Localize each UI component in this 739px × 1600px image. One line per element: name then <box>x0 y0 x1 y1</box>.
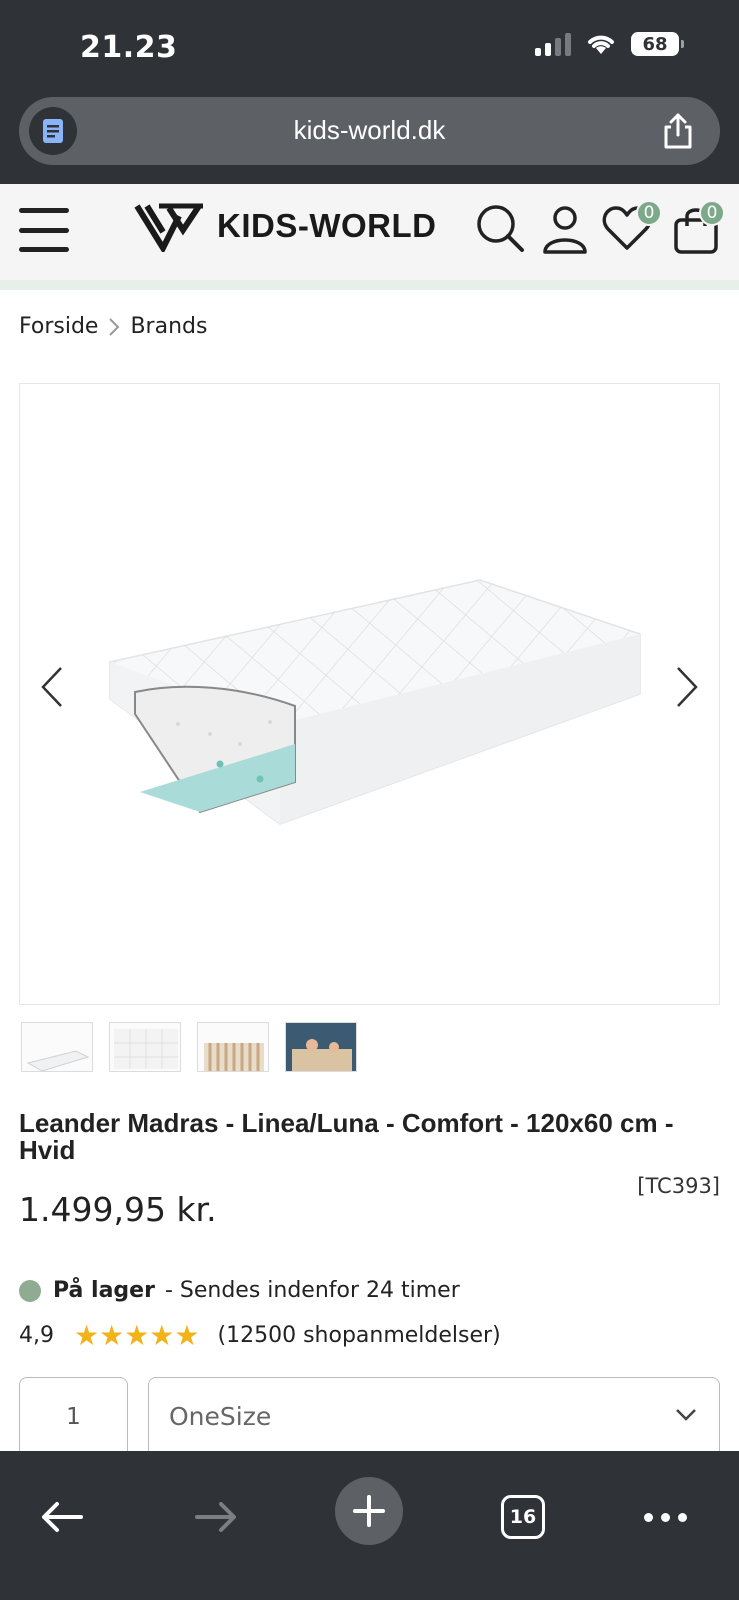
share-icon[interactable] <box>660 111 696 151</box>
breadcrumb-item-brands[interactable]: Brands <box>130 314 207 339</box>
product-sku: [TC393] <box>637 1174 720 1198</box>
logo-mark-icon <box>134 203 203 252</box>
cart-count-badge: 0 <box>699 200 725 226</box>
thumbnail-2[interactable] <box>109 1022 181 1072</box>
cellular-signal-icon <box>535 32 571 56</box>
stock-label: På lager <box>53 1278 155 1303</box>
battery-icon: 68 <box>631 32 684 56</box>
logo-text: KIDS-WORLD <box>217 207 437 244</box>
forward-arrow-icon <box>195 1502 236 1532</box>
user-icon[interactable] <box>538 202 592 256</box>
rating-stars-icon: ★★★★★ <box>74 1319 200 1352</box>
rating-summary[interactable]: 4,9 ★★★★★ (12500 shopanmeldelser) <box>19 1319 501 1352</box>
status-icons: 68 <box>535 32 684 56</box>
status-time: 21.23 <box>80 30 178 65</box>
product-price: 1.499,95 kr. <box>19 1190 217 1229</box>
stock-note: - Sendes indenfor 24 timer <box>164 1278 460 1303</box>
more-dots-icon <box>643 1512 687 1522</box>
stock-status: På lager - Sendes indenfor 24 timer <box>19 1278 460 1303</box>
header-divider <box>0 280 739 290</box>
chevron-right-icon <box>109 317 120 336</box>
product-image-mattress <box>109 579 641 825</box>
breadcrumb: Forside Brands <box>19 314 207 339</box>
carousel-next-icon[interactable] <box>672 664 702 710</box>
size-select-value: OneSize <box>169 1402 272 1431</box>
tabs-button[interactable]: 16 <box>501 1487 545 1547</box>
in-stock-dot-icon <box>19 1279 41 1302</box>
product-image-carousel[interactable] <box>19 383 720 1005</box>
more-menu-button[interactable] <box>642 1487 688 1547</box>
tabs-count: 16 <box>501 1495 545 1539</box>
menu-icon[interactable] <box>19 208 69 252</box>
carousel-prev-icon[interactable] <box>37 664 67 710</box>
browser-toolbar: 16 <box>0 1451 739 1600</box>
breadcrumb-item-home[interactable]: Forside <box>19 314 98 339</box>
site-logo[interactable]: KIDS-WORLD <box>133 200 436 252</box>
plus-icon <box>353 1495 385 1527</box>
thumbnail-3[interactable] <box>197 1022 269 1072</box>
url-bar[interactable]: kids-world.dk <box>19 97 720 165</box>
thumbnail-4[interactable] <box>285 1022 357 1072</box>
browser-chrome: 21.23 68 kids-world.dk <box>0 0 739 184</box>
chevron-down-icon <box>676 1409 696 1421</box>
thumbnail-1[interactable] <box>21 1022 93 1072</box>
product-title: Leander Madras - Linea/Luna - Comfort - … <box>19 1108 674 1165</box>
back-button[interactable] <box>34 1487 90 1547</box>
wifi-icon <box>588 35 614 54</box>
site-header: KIDS-WORLD 0 0 <box>0 184 739 280</box>
url-text[interactable]: kids-world.dk <box>19 115 720 146</box>
wishlist-count-badge: 0 <box>636 200 662 226</box>
forward-button[interactable] <box>188 1487 244 1547</box>
new-tab-button[interactable] <box>335 1477 403 1545</box>
rating-score: 4,9 <box>19 1323 54 1348</box>
thumbnail-strip <box>21 1022 357 1072</box>
back-arrow-icon <box>42 1502 83 1532</box>
rating-count: (12500 shopanmeldelser) <box>217 1323 501 1348</box>
search-icon[interactable] <box>474 202 528 256</box>
